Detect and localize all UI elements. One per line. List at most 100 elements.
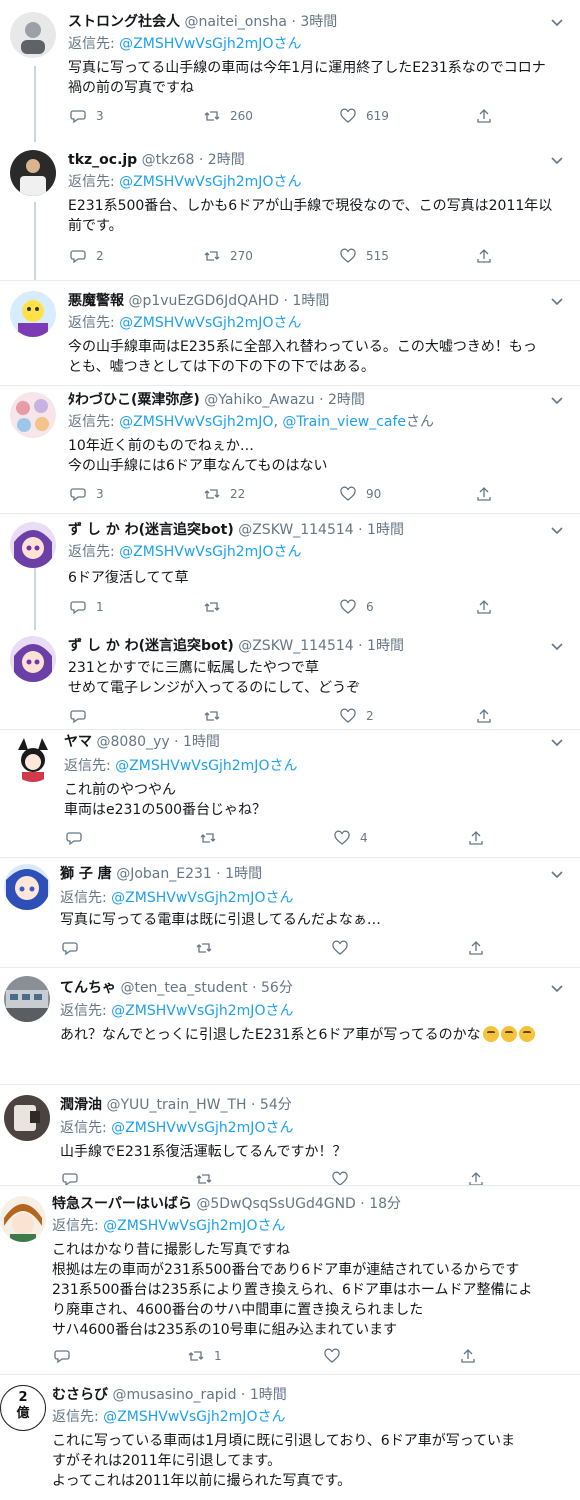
tweet[interactable]: 潤滑油 @YUU_train_HW_TH · 54分 返信先: @ZMSHVwV… — [0, 1085, 580, 1187]
avatar[interactable] — [10, 522, 56, 568]
share-button[interactable] — [468, 938, 494, 958]
chevron-down-icon[interactable] — [550, 636, 570, 656]
avatar[interactable] — [0, 1196, 46, 1242]
timestamp[interactable]: 1時間 — [292, 293, 329, 309]
reply-button[interactable]: 3 — [70, 484, 104, 504]
mention-link[interactable]: @ZMSHVwVsGjh2mJOさん — [119, 174, 301, 190]
timestamp[interactable]: 1時間 — [367, 522, 404, 538]
handle[interactable]: @5DwQsqSsUGd4GND — [196, 1196, 356, 1212]
tweet[interactable]: ﾀわづひこ(粟津弥彦) @Yahiko_Awazu · 2時間 返信先: @ZM… — [0, 386, 580, 514]
like-button[interactable] — [332, 938, 358, 958]
display-name[interactable]: 獅 子 唐 — [60, 866, 112, 882]
avatar[interactable]: 2 億 — [0, 1385, 46, 1431]
tweet[interactable]: ストロング社会人 @naitei_onsha · 3時間 返信先: @ZMSHV… — [0, 0, 580, 142]
display-name[interactable]: 特急スーパーはいばら — [52, 1196, 192, 1212]
display-name[interactable]: ストロング社会人 — [68, 14, 180, 30]
mention-link[interactable]: @ZMSHVwVsGjh2mJOさん — [111, 890, 293, 906]
mention-link[interactable]: @Train_view_cafe — [282, 414, 406, 430]
display-name[interactable]: ず し か わ(迷言追突bot) — [68, 638, 234, 654]
avatar[interactable] — [10, 736, 56, 782]
handle[interactable]: @ZSKW_114514 — [238, 638, 353, 654]
share-button[interactable] — [476, 246, 502, 266]
handle[interactable]: @8080_yy — [96, 734, 169, 750]
mention-link[interactable]: @ZMSHVwVsGjh2mJO — [119, 414, 273, 430]
retweet-button[interactable]: 260 — [204, 106, 253, 126]
share-button[interactable] — [476, 106, 502, 126]
handle[interactable]: @Yahiko_Awazu — [204, 392, 314, 408]
tweet[interactable]: てんちゃ @ten_tea_student · 56分 返信先: @ZMSHVw… — [0, 968, 580, 1085]
share-button[interactable] — [476, 484, 502, 504]
avatar[interactable] — [10, 392, 56, 438]
chevron-down-icon[interactable] — [550, 732, 570, 752]
display-name[interactable]: むさらび — [52, 1387, 108, 1403]
tweet[interactable]: 悪魔警報 @p1vuEzGD6JdQAHD · 1時間 返信先: @ZMSHVw… — [0, 281, 580, 386]
retweet-button[interactable] — [204, 597, 230, 617]
tweet[interactable]: 2 億 むさらび @musasino_rapid · 1時間 返信先: @ZMS… — [0, 1375, 580, 1500]
retweet-button[interactable]: 22 — [204, 484, 245, 504]
avatar[interactable] — [10, 150, 56, 196]
mention-link[interactable]: @ZMSHVwVsGjh2mJOさん — [103, 1218, 285, 1234]
reply-button[interactable] — [66, 828, 92, 848]
handle[interactable]: @YUU_train_HW_TH — [106, 1097, 246, 1113]
like-button[interactable]: 4 — [334, 828, 368, 848]
display-name[interactable]: ﾀわづひこ(粟津弥彦) — [68, 392, 200, 408]
mention-link[interactable]: @ZMSHVwVsGjh2mJOさん — [111, 1120, 293, 1136]
like-button[interactable]: 619 — [340, 106, 389, 126]
chevron-down-icon[interactable] — [550, 520, 570, 540]
handle[interactable]: @p1vuEzGD6JdQAHD — [128, 293, 279, 309]
timestamp[interactable]: 18分 — [369, 1196, 401, 1212]
tweet[interactable]: ヤマ @8080_yy · 1時間 返信先: @ZMSHVwVsGjh2mJOさ… — [0, 730, 580, 858]
like-button[interactable]: 90 — [340, 484, 381, 504]
share-button[interactable] — [476, 597, 502, 617]
mention-link[interactable]: @ZMSHVwVsGjh2mJOさん — [119, 544, 301, 560]
display-name[interactable]: てんちゃ — [60, 980, 116, 996]
retweet-button[interactable] — [200, 828, 226, 848]
tweet[interactable]: 特急スーパーはいばら @5DwQsqSsUGd4GND · 18分 返信先: @… — [0, 1185, 580, 1375]
handle[interactable]: @ZSKW_114514 — [238, 522, 353, 538]
timestamp[interactable]: 3時間 — [300, 14, 337, 30]
mention-link[interactable]: @ZMSHVwVsGjh2mJOさん — [119, 36, 301, 52]
share-button[interactable] — [468, 828, 494, 848]
avatar[interactable] — [10, 636, 56, 682]
chevron-down-icon[interactable] — [550, 864, 570, 884]
chevron-down-icon[interactable] — [550, 150, 570, 170]
share-button[interactable] — [460, 1346, 486, 1366]
reply-button[interactable] — [70, 706, 96, 726]
reply-button[interactable] — [54, 1346, 80, 1366]
reply-button[interactable]: 1 — [70, 597, 104, 617]
handle[interactable]: @tkz68 — [142, 152, 195, 168]
display-name[interactable]: 潤滑油 — [60, 1097, 102, 1113]
timestamp[interactable]: 1時間 — [225, 866, 262, 882]
tweet[interactable]: 獅 子 唐 @Joban_E231 · 1時間 返信先: @ZMSHVwVsGj… — [0, 858, 580, 968]
display-name[interactable]: 悪魔警報 — [68, 293, 124, 309]
display-name[interactable]: tkz_oc.jp — [68, 152, 137, 168]
mention-link[interactable]: @ZMSHVwVsGjh2mJOさん — [115, 758, 297, 774]
timestamp[interactable]: 54分 — [260, 1097, 292, 1113]
display-name[interactable]: ず し か わ(迷言追突bot) — [68, 522, 234, 538]
chevron-down-icon[interactable] — [550, 291, 570, 311]
retweet-button[interactable]: 1 — [188, 1346, 222, 1366]
timestamp[interactable]: 2時間 — [208, 152, 245, 168]
timestamp[interactable]: 56分 — [261, 980, 293, 996]
retweet-button[interactable] — [196, 938, 222, 958]
timestamp[interactable]: 2時間 — [328, 392, 365, 408]
handle[interactable]: @naitei_onsha — [184, 14, 287, 30]
tweet[interactable]: ず し か わ(迷言追突bot) @ZSKW_114514 · 1時間 返信先:… — [0, 514, 580, 630]
like-button[interactable]: 515 — [340, 246, 389, 266]
handle[interactable]: @ten_tea_student — [120, 980, 247, 996]
avatar[interactable] — [10, 291, 56, 337]
reply-button[interactable]: 3 — [70, 106, 104, 126]
timestamp[interactable]: 1時間 — [183, 734, 220, 750]
avatar[interactable] — [4, 1095, 50, 1141]
retweet-button[interactable] — [204, 706, 230, 726]
mention-link[interactable]: @ZMSHVwVsGjh2mJOさん — [119, 315, 301, 331]
like-button[interactable]: 2 — [340, 706, 374, 726]
chevron-down-icon[interactable] — [550, 390, 570, 410]
timestamp[interactable]: 1時間 — [367, 638, 404, 654]
handle[interactable]: @musasino_rapid — [112, 1387, 236, 1403]
avatar[interactable] — [10, 12, 56, 58]
mention-link[interactable]: @ZMSHVwVsGjh2mJOさん — [103, 1409, 285, 1425]
mention-link[interactable]: @ZMSHVwVsGjh2mJOさん — [111, 1003, 293, 1019]
tweet[interactable]: ず し か わ(迷言追突bot) @ZSKW_114514 · 1時間 231と… — [0, 630, 580, 730]
chevron-down-icon[interactable] — [550, 12, 570, 32]
